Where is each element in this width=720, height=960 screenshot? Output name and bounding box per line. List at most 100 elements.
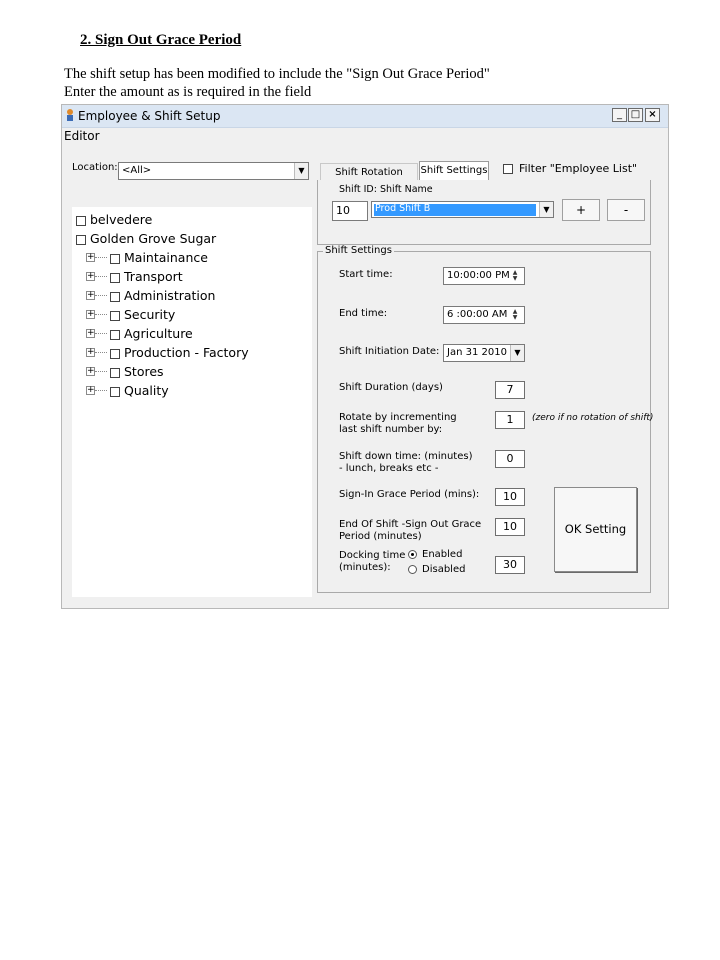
filter-checkbox[interactable]	[503, 164, 513, 174]
tree-node-label: Quality	[124, 383, 169, 398]
chevron-down-icon[interactable]: ▼	[294, 163, 308, 179]
expand-icon[interactable]: +	[86, 253, 95, 262]
signout-grace-input[interactable]: 10	[495, 518, 525, 536]
down-time-label-2: - lunch, breaks etc -	[339, 463, 439, 474]
title-bar: Employee & Shift Setup _ □ ×	[62, 105, 668, 128]
shift-duration-label: Shift Duration (days)	[339, 382, 443, 393]
tree-node[interactable]: + Maintainance	[72, 249, 312, 268]
down-time-input[interactable]: 0	[495, 450, 525, 468]
tree-node-label: Stores	[124, 364, 164, 379]
doc-heading: 2. Sign Out Grace Period	[80, 32, 242, 48]
ok-setting-button[interactable]: OK Setting	[554, 487, 637, 572]
rotate-label-2: last shift number by:	[339, 424, 443, 435]
initiation-date-label: Shift Initiation Date:	[339, 346, 440, 357]
signin-grace-label: Sign-In Grace Period (mins):	[339, 489, 480, 500]
location-value: <All>	[122, 165, 152, 176]
expand-icon[interactable]: +	[86, 329, 95, 338]
maximize-button[interactable]: □	[628, 108, 643, 122]
tree-checkbox[interactable]	[110, 273, 120, 283]
shift-name-value: Prod Shift B	[375, 203, 431, 214]
tree-connector	[95, 352, 107, 353]
docking-label-1: Docking time	[339, 550, 406, 561]
signin-grace-input[interactable]: 10	[495, 488, 525, 506]
down-time-label-1: Shift down time: (minutes)	[339, 451, 473, 462]
docking-label-2: (minutes):	[339, 562, 391, 573]
tree-node[interactable]: + Production - Factory	[72, 344, 312, 363]
spinner-icon[interactable]: ▲ ▼	[508, 309, 522, 321]
docking-time-input[interactable]: 30	[495, 556, 525, 574]
menu-editor[interactable]: Editor	[64, 129, 100, 143]
tree-checkbox[interactable]	[76, 235, 86, 245]
tree-node[interactable]: + Agriculture	[72, 325, 312, 344]
shift-name-dropdown[interactable]: Prod Shift B ▼	[371, 201, 554, 218]
window-title: Employee & Shift Setup	[78, 109, 221, 123]
tab-shift-rotation-roster[interactable]: Shift Rotation Roster	[320, 163, 418, 195]
tree-node[interactable]: + Transport	[72, 268, 312, 287]
expand-icon[interactable]: +	[86, 386, 95, 395]
tree-connector	[95, 314, 107, 315]
tree-node-label: Golden Grove Sugar	[90, 231, 217, 246]
docking-disabled-radio[interactable]	[408, 565, 417, 574]
tree-node[interactable]: belvedere	[72, 211, 312, 230]
minimize-button[interactable]: _	[612, 108, 627, 122]
shift-id-input[interactable]: 10	[332, 201, 368, 221]
doc-paragraph-line-2: Enter the amount as is required in the f…	[64, 84, 312, 100]
spinner-icon[interactable]: ▲ ▼	[508, 270, 522, 282]
expand-icon[interactable]: +	[86, 291, 95, 300]
tree-node[interactable]: + Stores	[72, 363, 312, 382]
expand-icon[interactable]: +	[86, 310, 95, 319]
tree-checkbox[interactable]	[110, 387, 120, 397]
tree-checkbox[interactable]	[110, 254, 120, 264]
tree-checkbox[interactable]	[110, 311, 120, 321]
tree-connector	[95, 333, 107, 334]
remove-shift-button[interactable]: -	[607, 199, 645, 221]
app-icon	[67, 109, 73, 121]
location-label: Location:	[72, 162, 118, 173]
docking-disabled-label: Disabled	[422, 564, 466, 575]
tree-node[interactable]: + Quality	[72, 382, 312, 401]
tree-node-label: Agriculture	[124, 326, 193, 341]
expand-icon[interactable]: +	[86, 348, 95, 357]
expand-icon[interactable]: +	[86, 367, 95, 376]
chevron-down-icon[interactable]: ▼	[539, 202, 553, 217]
tree-connector	[95, 276, 107, 277]
tab-shift-settings[interactable]: Shift Settings	[419, 161, 489, 180]
tree-connector	[95, 371, 107, 372]
start-time-input[interactable]: 10:00:00 PM ▲ ▼	[443, 267, 525, 285]
tree-checkbox[interactable]	[76, 216, 86, 226]
tree-node-label: Administration	[124, 288, 216, 303]
signout-grace-label-2: Period (minutes)	[339, 531, 422, 542]
tree-checkbox[interactable]	[110, 330, 120, 340]
start-time-label: Start time:	[339, 269, 393, 280]
add-shift-button[interactable]: +	[562, 199, 600, 221]
shift-id-label: Shift ID:	[339, 184, 377, 195]
rotate-note: (zero if no rotation of shift)	[532, 413, 654, 423]
doc-paragraph-line-1: The shift setup has been modified to inc…	[64, 66, 490, 82]
tree-node-label: Security	[124, 307, 176, 322]
rotate-input[interactable]: 1	[495, 411, 525, 429]
docking-enabled-radio[interactable]	[408, 550, 417, 559]
tree-node-label: Production - Factory	[124, 345, 249, 360]
close-button[interactable]: ×	[645, 108, 660, 122]
initiation-date-value: Jan 31 2010	[447, 347, 507, 358]
shift-setup-window: Employee & Shift Setup _ □ × Editor Loca…	[61, 104, 669, 609]
tree-checkbox[interactable]	[110, 368, 120, 378]
tree-node-label: belvedere	[90, 212, 153, 227]
location-dropdown[interactable]: <All> ▼	[118, 162, 309, 180]
shift-settings-title: Shift Settings	[323, 245, 394, 256]
initiation-date-picker[interactable]: Jan 31 2010 ▼	[443, 344, 525, 362]
tree-checkbox[interactable]	[110, 349, 120, 359]
tree-checkbox[interactable]	[110, 292, 120, 302]
tree-connector	[95, 295, 107, 296]
tree-node[interactable]: + Administration	[72, 287, 312, 306]
tree-node[interactable]: Golden Grove Sugar	[72, 230, 312, 249]
end-time-input[interactable]: 6 :00:00 AM ▲ ▼	[443, 306, 525, 324]
rotate-label-1: Rotate by incrementing	[339, 412, 457, 423]
end-time-value: 6 :00:00 AM	[447, 309, 508, 320]
tree-connector	[95, 390, 107, 391]
expand-icon[interactable]: +	[86, 272, 95, 281]
shift-duration-input[interactable]: 7	[495, 381, 525, 399]
location-tree[interactable]: belvedere Golden Grove Sugar + Maintainance…	[72, 207, 312, 597]
chevron-down-icon[interactable]: ▼	[510, 345, 524, 361]
tree-node[interactable]: + Security	[72, 306, 312, 325]
